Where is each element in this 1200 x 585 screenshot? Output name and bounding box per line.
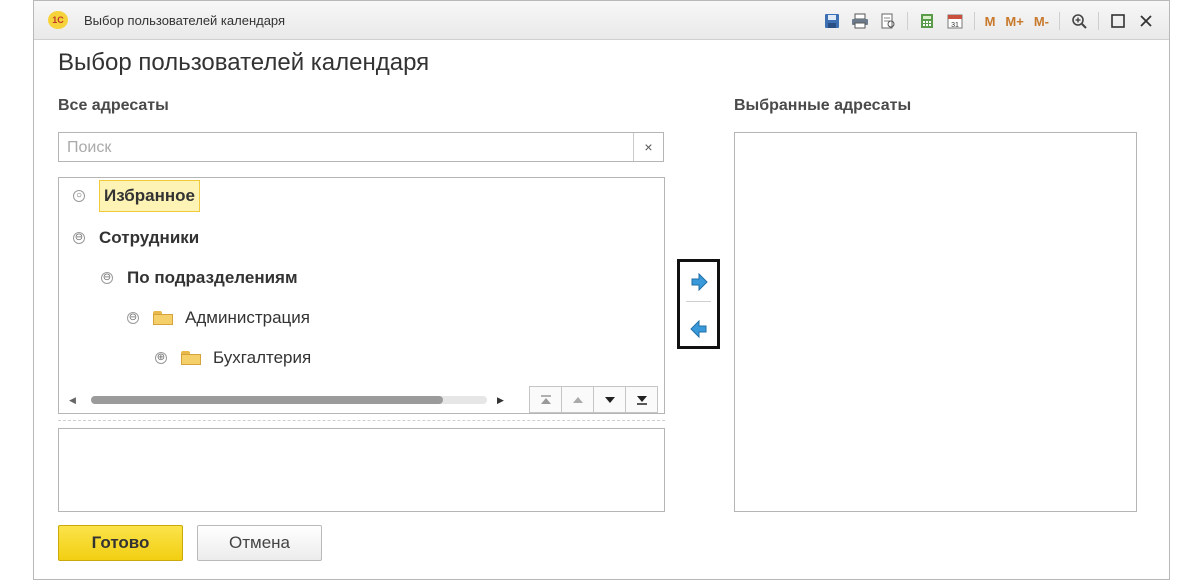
move-up-button[interactable] <box>561 386 594 413</box>
tree-leaf-icon: ○ <box>73 190 85 202</box>
arrow-right-icon <box>691 273 708 291</box>
tree-item-by-departments[interactable]: ⊖ По подразделениям <box>101 263 298 293</box>
scroll-right-icon[interactable]: ▶ <box>497 395 504 406</box>
transfer-separator <box>686 301 711 302</box>
details-panel <box>58 428 665 512</box>
folder-icon <box>181 351 201 365</box>
calendar-day: 31 <box>951 22 959 29</box>
tree-item-label: Избранное <box>99 180 200 212</box>
search-input[interactable] <box>65 138 629 158</box>
collapse-icon[interactable]: ⊖ <box>73 232 85 244</box>
toolbar-separator <box>973 12 975 30</box>
search-field: × <box>58 132 664 162</box>
form-title: Выбор пользователей календаря <box>58 49 430 76</box>
calculator-icon[interactable] <box>916 10 938 32</box>
app-logo-icon: 1С <box>48 11 68 29</box>
calendar-icon[interactable]: 31 <box>944 10 966 32</box>
move-up-icon <box>572 396 583 403</box>
window-title: Выбор пользователей календаря <box>84 13 286 28</box>
tree-item-administration[interactable]: ⊖ Администрация <box>127 303 310 333</box>
maximize-icon[interactable] <box>1107 10 1129 32</box>
horizontal-scrollbar[interactable]: ◀ ▶ <box>67 392 507 408</box>
move-to-top-button[interactable] <box>529 386 562 413</box>
search-clear-button[interactable]: × <box>633 133 663 161</box>
selected-recipients-label: Выбранные адресаты <box>734 97 912 114</box>
tree-item-favorites[interactable]: ○ Избранное <box>73 180 200 212</box>
tree-item-label: Сотрудники <box>99 228 200 247</box>
selected-recipients-list[interactable] <box>734 132 1137 512</box>
toolbar-separator <box>906 12 908 30</box>
tree-item-label: Администрация <box>185 308 310 327</box>
print-icon[interactable] <box>849 10 871 32</box>
folder-icon <box>153 311 173 325</box>
expand-icon[interactable]: ⊕ <box>155 352 167 364</box>
print-preview-icon[interactable] <box>877 10 899 32</box>
tree-item-label: Бухгалтерия <box>213 348 312 367</box>
move-down-button[interactable] <box>593 386 626 413</box>
memory-minus-button[interactable]: M- <box>1032 14 1051 29</box>
save-icon[interactable] <box>821 10 843 32</box>
memory-plus-button[interactable]: M+ <box>1003 14 1025 29</box>
transfer-buttons <box>677 259 720 349</box>
window-toolbar: 31 M M+ M- <box>821 10 1157 32</box>
tree-item-accounting[interactable]: ⊕ Бухгалтерия <box>155 343 311 373</box>
title-bar: 1С Выбор пользователей календаря 31 M M+… <box>34 1 1169 40</box>
tree-item-employees[interactable]: ⊖ Сотрудники <box>73 223 199 253</box>
done-button[interactable]: Готово <box>58 525 183 561</box>
scroll-left-icon[interactable]: ◀ <box>69 395 76 406</box>
all-recipients-label: Все адресаты <box>58 97 169 114</box>
zoom-icon[interactable] <box>1068 10 1090 32</box>
scroll-thumb[interactable] <box>91 396 443 404</box>
move-down-icon <box>604 396 615 403</box>
cancel-button[interactable]: Отмена <box>197 525 322 561</box>
dialog-window: 1С Выбор пользователей календаря 31 M M+… <box>33 0 1170 580</box>
collapse-icon[interactable]: ⊖ <box>101 272 113 284</box>
remove-from-selected-button[interactable] <box>684 312 713 346</box>
move-to-bottom-button[interactable] <box>625 386 658 413</box>
arrow-left-icon <box>689 320 706 338</box>
move-to-bottom-icon <box>636 395 647 405</box>
toolbar-separator <box>1059 12 1060 30</box>
splitter[interactable] <box>58 420 665 421</box>
collapse-icon[interactable]: ⊖ <box>127 312 139 324</box>
move-to-top-icon <box>540 394 551 404</box>
toolbar-separator <box>1098 12 1099 30</box>
close-icon[interactable] <box>1135 10 1157 32</box>
add-to-selected-button[interactable] <box>684 265 713 299</box>
tree-item-label: По подразделениям <box>127 268 298 287</box>
memory-m-button[interactable]: M <box>983 14 998 29</box>
recipients-tree[interactable]: ○ Избранное ⊖ Сотрудники ⊖ По подразделе… <box>58 177 665 414</box>
tree-navigation-buttons <box>529 386 658 413</box>
